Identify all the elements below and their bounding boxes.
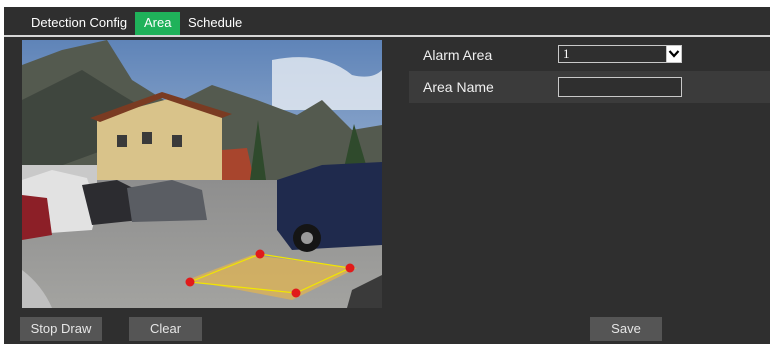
area-point-2[interactable] [255, 249, 265, 259]
area-point-1[interactable] [185, 277, 195, 287]
camera-snapshot [22, 40, 382, 308]
area-name-row: Area Name [409, 71, 770, 103]
tab-area[interactable]: Area [135, 12, 181, 35]
camera-preview[interactable] [22, 40, 382, 308]
tab-detection-config[interactable]: Detection Config [31, 12, 127, 35]
chevron-down-icon[interactable] [666, 45, 682, 63]
tab-schedule[interactable]: Schedule [188, 12, 242, 35]
area-name-input[interactable] [558, 77, 682, 97]
area-name-label: Area Name [423, 79, 494, 95]
stop-draw-button[interactable]: Stop Draw [20, 317, 102, 341]
clear-button[interactable]: Clear [129, 317, 202, 341]
area-point-3[interactable] [345, 263, 355, 273]
alarm-area-value: 1 [563, 46, 570, 61]
area-point-4[interactable] [291, 288, 301, 298]
tab-bar: Detection Config Area Schedule [4, 7, 770, 37]
alarm-area-label: Alarm Area [423, 47, 493, 63]
alarm-area-row: Alarm Area 1 [409, 39, 770, 71]
save-button[interactable]: Save [590, 317, 662, 341]
settings-panel: Detection Config Area Schedule Stop Draw… [4, 7, 770, 344]
alarm-area-select[interactable]: 1 [558, 45, 682, 63]
